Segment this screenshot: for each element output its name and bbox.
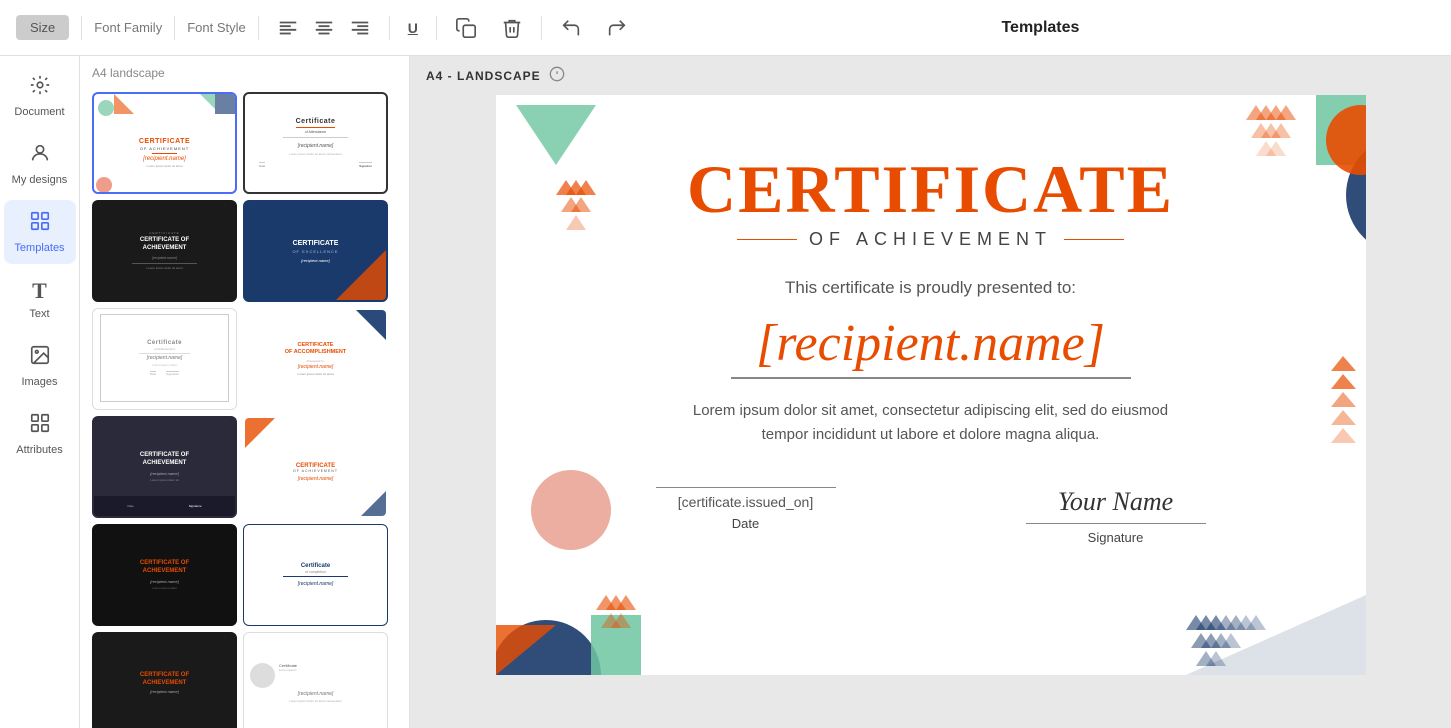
sidebar-item-text[interactable]: T Text bbox=[4, 268, 76, 330]
template-thumb-8[interactable]: CERTIFICATE OF ACHIEVEMENT [recipient.na… bbox=[243, 416, 388, 518]
align-center-button[interactable] bbox=[307, 13, 341, 43]
toolbar-divider-1 bbox=[81, 16, 82, 40]
certificate-signature-item: Your Name Signature bbox=[1026, 487, 1206, 545]
redo-button[interactable] bbox=[600, 13, 634, 43]
attributes-icon bbox=[29, 412, 51, 440]
sidebar-item-images[interactable]: Images bbox=[4, 334, 76, 398]
sidebar-item-images-label: Images bbox=[21, 376, 57, 388]
mydesigns-icon bbox=[29, 142, 51, 170]
underline-button[interactable]: U bbox=[402, 16, 424, 40]
certificate-title[interactable]: CERTIFICATE bbox=[687, 155, 1174, 223]
templates-panel: A4 landscape CERTIFICATE OF ACHIEVEMENT … bbox=[80, 56, 410, 728]
certificate-presented-text: This certificate is proudly presented to… bbox=[785, 278, 1076, 298]
templates-grid: CERTIFICATE OF ACHIEVEMENT [recipient.na… bbox=[80, 86, 409, 728]
template-thumb-11[interactable]: CERTIFICATE OFACHIEVEMENT [recipient.nam… bbox=[92, 632, 237, 728]
template-thumb-9[interactable]: CERTIFICATE OFACHIEVEMENT [recipient.nam… bbox=[92, 524, 237, 626]
certificate-issued-on[interactable]: [certificate.issued_on] bbox=[678, 494, 813, 510]
templates-icon bbox=[29, 210, 51, 238]
toolbar-title: Templates bbox=[913, 19, 1168, 37]
certificate-footer: [certificate.issued_on] Date Your Name S… bbox=[616, 487, 1246, 545]
cert-line-right bbox=[1064, 239, 1124, 240]
certificate-recipient[interactable]: [recipient.name] bbox=[756, 314, 1105, 373]
template-thumb-6[interactable]: CERTIFICATEOF ACCOMPLISHMENT Presented t… bbox=[243, 308, 388, 410]
toolbar-divider-6 bbox=[541, 16, 542, 40]
sidebar-item-attributes-label: Attributes bbox=[16, 444, 62, 456]
template-thumb-1[interactable]: CERTIFICATE OF ACHIEVEMENT [recipient.na… bbox=[92, 92, 237, 194]
certificate-content: CERTIFICATE OF ACHIEVEMENT This certific… bbox=[496, 95, 1366, 585]
canvas-header: A4 - LANDSCAPE bbox=[410, 56, 1451, 95]
canvas-format-label: A4 - LANDSCAPE bbox=[426, 69, 541, 83]
sidebar-item-templates[interactable]: Templates bbox=[4, 200, 76, 264]
template-thumb-2[interactable]: Certificate of Attendance [recipient.nam… bbox=[243, 92, 388, 194]
cert-signature-underline bbox=[1026, 523, 1206, 524]
toolbar-divider-5 bbox=[436, 16, 437, 40]
size-button[interactable]: Size bbox=[16, 15, 69, 40]
delete-button[interactable] bbox=[495, 13, 529, 43]
certificate-body: Lorem ipsum dolor sit amet, consectetur … bbox=[681, 399, 1181, 447]
sidebar: Document My designs Templates T Text bbox=[0, 56, 80, 728]
main-layout: Document My designs Templates T Text bbox=[0, 56, 1451, 728]
copy-button[interactable] bbox=[449, 13, 483, 43]
certificate-recipient-line bbox=[731, 377, 1131, 379]
certificate-signature-text[interactable]: Your Name bbox=[1058, 487, 1173, 517]
toolbar-divider-4 bbox=[389, 16, 390, 40]
geo-decoration-bottom-right bbox=[1186, 595, 1366, 675]
template-thumb-10[interactable]: Certificate of completion [recipient.nam… bbox=[243, 524, 388, 626]
template-thumb-7[interactable]: CERTIFICATE OFACHIEVEMENT [recipient.nam… bbox=[92, 416, 237, 518]
sidebar-item-mydesigns[interactable]: My designs bbox=[4, 132, 76, 196]
size-label: Size bbox=[30, 20, 55, 35]
sidebar-item-attributes[interactable]: Attributes bbox=[4, 402, 76, 466]
template-thumb-4[interactable]: CERTIFICATE OF EXCELLENCE [recipient.nam… bbox=[243, 200, 388, 302]
sidebar-item-document-label: Document bbox=[14, 106, 64, 118]
images-icon bbox=[29, 344, 51, 372]
certificate-date-item: [certificate.issued_on] Date bbox=[656, 487, 836, 545]
template-thumb-5[interactable]: Certificate of Achievement [recipient.na… bbox=[92, 308, 237, 410]
font-family-label[interactable]: Font Family bbox=[94, 20, 162, 35]
alignment-group bbox=[271, 13, 377, 43]
align-left-button[interactable] bbox=[271, 13, 305, 43]
canvas-info-icon[interactable] bbox=[549, 66, 565, 85]
certificate-subtitle: OF ACHIEVEMENT bbox=[737, 229, 1124, 250]
document-icon bbox=[29, 74, 51, 102]
align-right-button[interactable] bbox=[343, 13, 377, 43]
certificate-canvas[interactable]: CERTIFICATE OF ACHIEVEMENT This certific… bbox=[496, 95, 1366, 675]
sidebar-item-mydesigns-label: My designs bbox=[12, 174, 68, 186]
sidebar-item-templates-label: Templates bbox=[14, 242, 64, 254]
toolbar-divider-2 bbox=[174, 16, 175, 40]
sidebar-item-text-label: Text bbox=[29, 308, 49, 320]
canvas-area: A4 - LANDSCAPE bbox=[410, 56, 1451, 728]
toolbar-divider-3 bbox=[258, 16, 259, 40]
toolbar: Size Font Family Font Style U bbox=[0, 0, 1451, 56]
templates-panel-header: A4 landscape bbox=[80, 56, 409, 86]
cert-line-left bbox=[737, 239, 797, 240]
undo-button[interactable] bbox=[554, 13, 588, 43]
certificate-date-label: Date bbox=[732, 516, 759, 531]
cert-date-underline bbox=[656, 487, 836, 488]
text-icon: T bbox=[32, 278, 47, 304]
sidebar-item-document[interactable]: Document bbox=[4, 64, 76, 128]
certificate-signature-label: Signature bbox=[1088, 530, 1144, 545]
canvas-scroll: CERTIFICATE OF ACHIEVEMENT This certific… bbox=[410, 95, 1451, 728]
font-style-label[interactable]: Font Style bbox=[187, 20, 246, 35]
template-thumb-12[interactable]: Certificate Lorem ipsum [recipient.name]… bbox=[243, 632, 388, 728]
template-thumb-3[interactable]: CERTIFICATE CERTIFICATE OFACHIEVEMENT [r… bbox=[92, 200, 237, 302]
